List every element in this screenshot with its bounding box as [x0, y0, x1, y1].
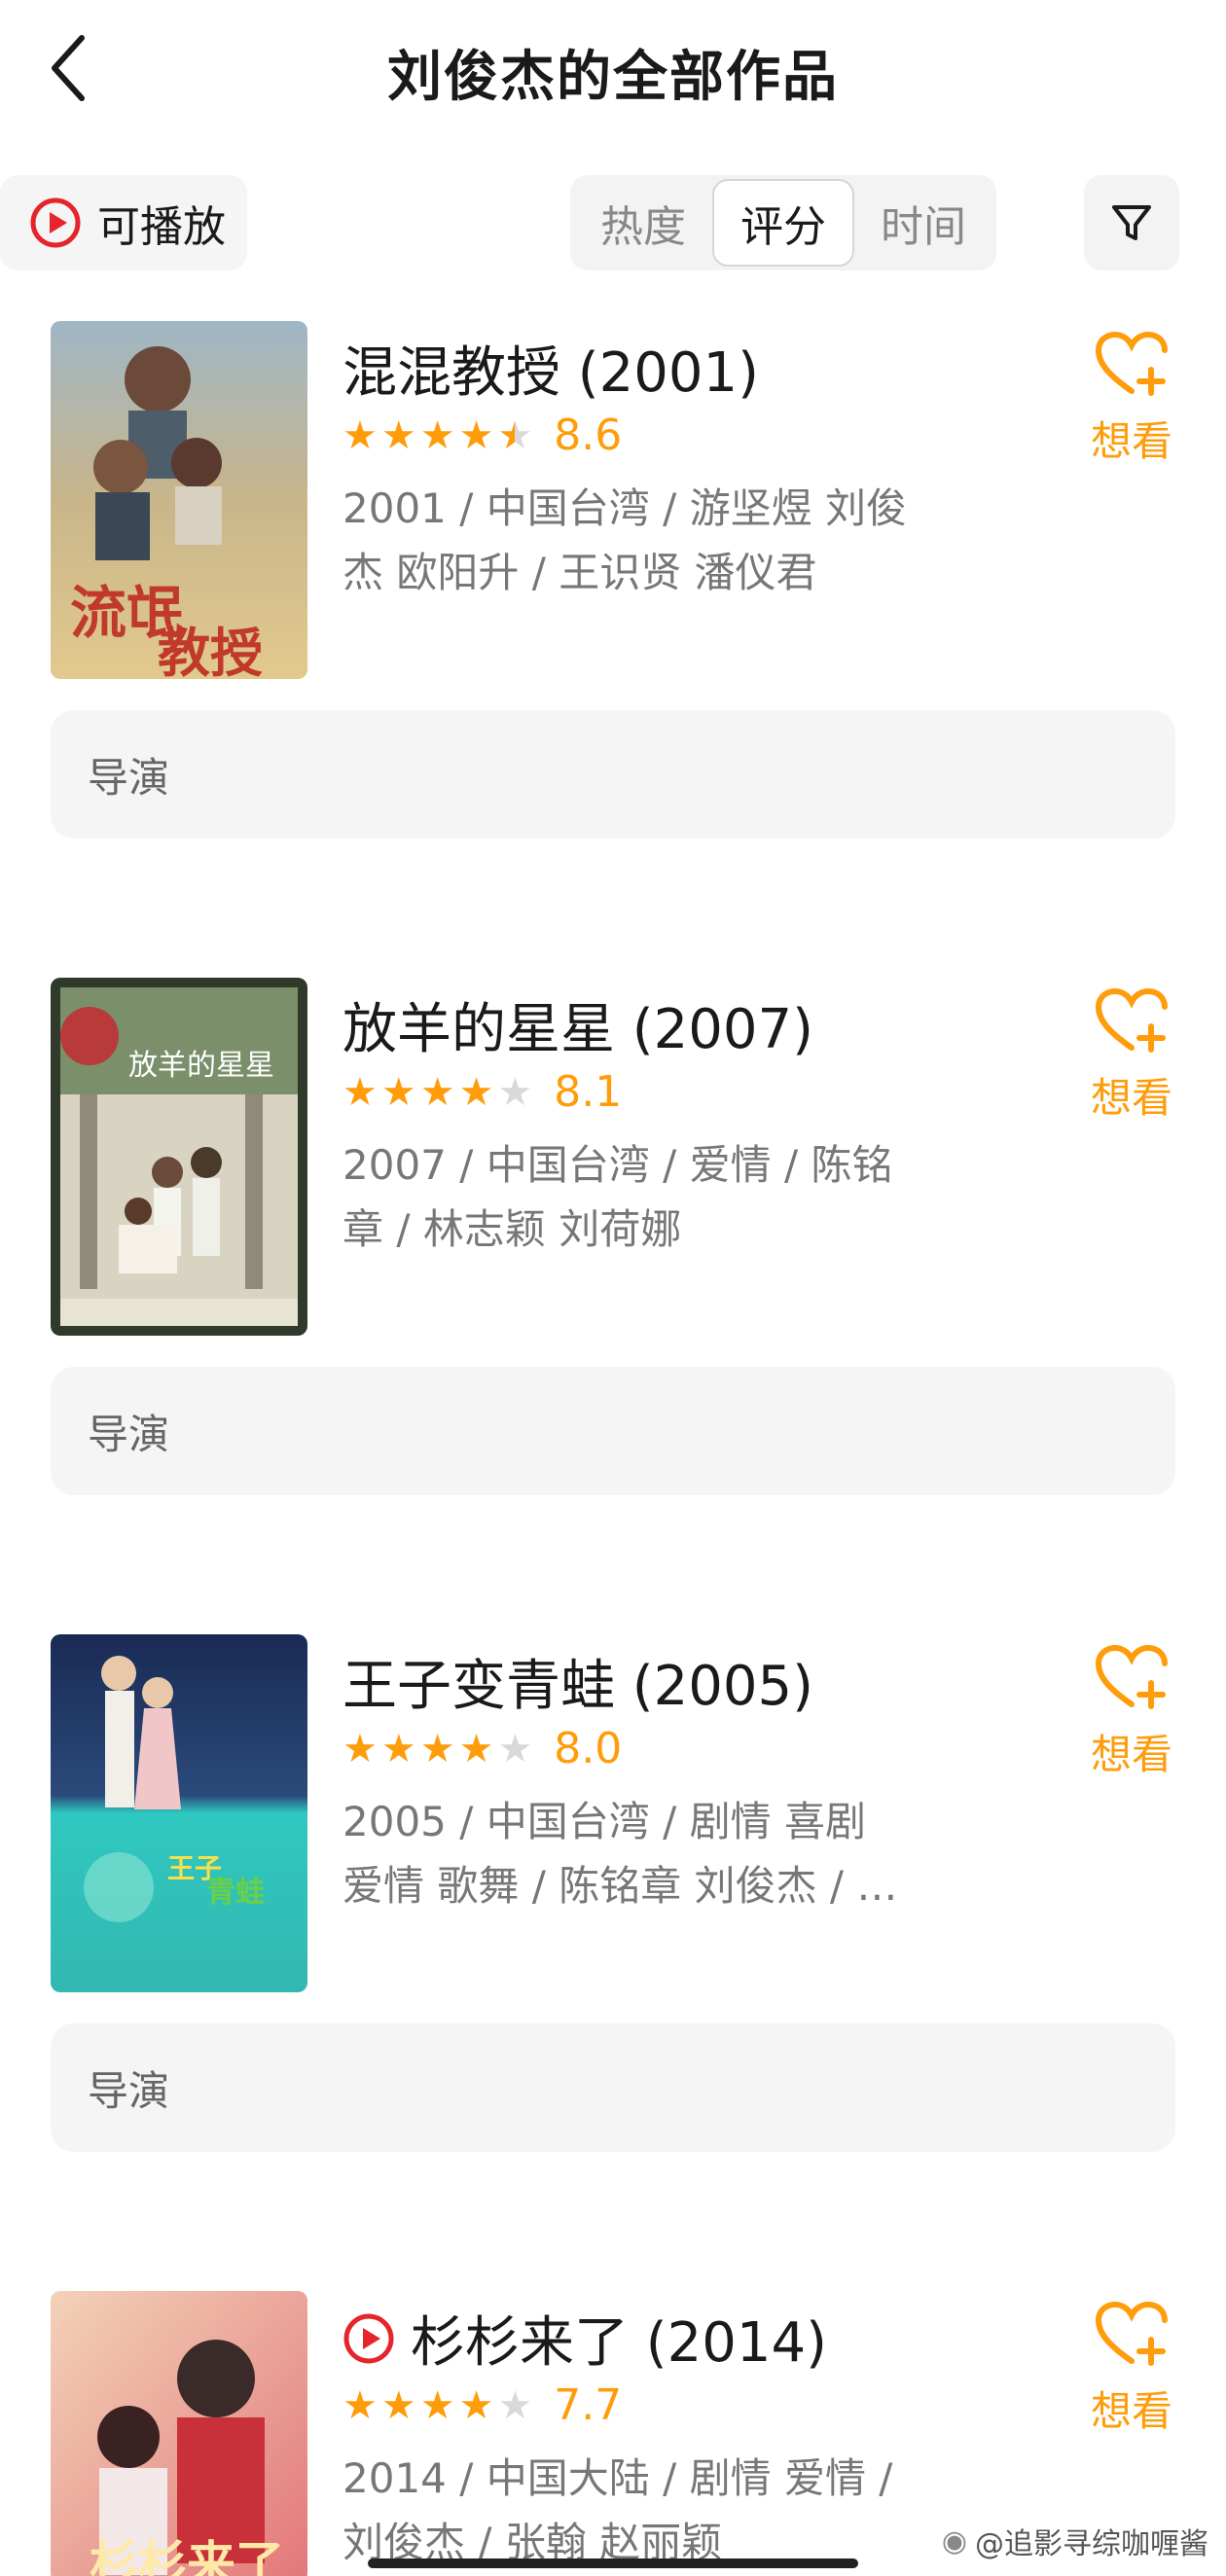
star-icon: ★: [458, 1069, 494, 1115]
work-title[interactable]: 混混教授 (2001): [343, 329, 759, 408]
sort-option-time[interactable]: 时间: [854, 179, 992, 267]
rating-score: 8.1: [554, 1067, 623, 1117]
work-meta: 2001 / 中国台湾 / 游坚煜 刘俊 杰 欧阳升 / 王识贤 潘仪君: [343, 484, 907, 596]
playable-toggle[interactable]: 可播放: [0, 175, 247, 270]
sort-option-rating[interactable]: 评分: [712, 179, 854, 267]
star-icon: ★: [458, 1726, 494, 1771]
heart-plus-icon: [1095, 1644, 1168, 1709]
star-rating: ★ ★ ★ ★ ★ 8.6: [343, 411, 622, 460]
star-icon: ★: [380, 2382, 416, 2428]
want-to-watch-button[interactable]: 想看: [1080, 2301, 1183, 2438]
work-meta: 2007 / 中国台湾 / 爱情 / 陈铭 章 / 林志颖 刘荷娜: [343, 1141, 893, 1253]
star-icon: ★: [419, 412, 455, 458]
sort-segmented-control: 热度 评分 时间: [570, 175, 996, 270]
want-to-watch-label: 想看: [1090, 1731, 1172, 1778]
star-icon: ★: [380, 1069, 416, 1115]
play-icon: [30, 197, 81, 248]
work-title[interactable]: 杉杉来了 (2014): [343, 2299, 827, 2378]
want-to-watch-button[interactable]: 想看: [1080, 331, 1183, 468]
star-icon: ★: [343, 1069, 378, 1115]
director-row[interactable]: 导演: [51, 1367, 1175, 1495]
want-to-watch-label: 想看: [1090, 1074, 1172, 1122]
star-icon: ★: [343, 2382, 378, 2428]
poster-image[interactable]: 王子 青蛙: [51, 1634, 307, 1992]
star-icon: ★: [458, 412, 494, 458]
watermark: ◉ @追影寻综咖喱酱: [941, 2523, 1208, 2562]
funnel-icon: [1112, 205, 1151, 240]
rating-score: 8.0: [554, 1724, 623, 1773]
poster-image[interactable]: 流氓 教授: [51, 321, 307, 679]
star-empty-icon: ★: [497, 1726, 533, 1771]
star-rating: ★ ★ ★ ★ ★ 8.0: [343, 1724, 622, 1773]
heart-plus-icon: [1095, 331, 1168, 396]
rating-score: 8.6: [554, 411, 623, 460]
want-to-watch-button[interactable]: 想看: [1080, 1644, 1183, 1781]
star-icon: ★: [380, 1726, 416, 1771]
svg-text:放羊的星星: 放羊的星星: [128, 1049, 274, 1083]
svg-text:杉杉来了: 杉杉来了: [90, 2535, 284, 2576]
work-meta: 2014 / 中国大陆 / 剧情 爱情 / 刘俊杰 / 张翰 赵丽颖: [343, 2454, 893, 2566]
star-empty-icon: ★: [497, 2382, 533, 2428]
star-rating: ★ ★ ★ ★ ★ 8.1: [343, 1067, 622, 1117]
half-star-icon: ★: [497, 412, 533, 458]
top-bar: 刘俊杰的全部作品: [0, 0, 1226, 136]
star-icon: ★: [419, 1069, 455, 1115]
work-title[interactable]: 王子变青蛙 (2005): [343, 1642, 813, 1721]
rating-score: 7.7: [554, 2380, 623, 2430]
weibo-icon: ◉: [941, 2523, 967, 2558]
star-icon: ★: [343, 412, 378, 458]
work-meta: 2005 / 中国台湾 / 剧情 喜剧 爱情 歌舞 / 陈铭章 刘俊杰 / …: [343, 1798, 898, 1910]
star-icon: ★: [419, 1726, 455, 1771]
director-row[interactable]: 导演: [51, 710, 1175, 839]
work-title[interactable]: 放羊的星星 (2007): [343, 985, 813, 1064]
star-rating: ★ ★ ★ ★ ★ 7.7: [343, 2380, 622, 2430]
heart-plus-icon: [1095, 987, 1168, 1053]
want-to-watch-label: 想看: [1090, 417, 1172, 465]
star-icon: ★: [343, 1726, 378, 1771]
star-icon: ★: [380, 412, 416, 458]
play-icon: [343, 2313, 394, 2363]
sort-option-heat[interactable]: 热度: [574, 179, 712, 267]
playable-label: 可播放: [97, 202, 226, 252]
poster-image[interactable]: 杉杉来了: [51, 2291, 307, 2576]
page-title: 刘俊杰的全部作品: [387, 46, 839, 109]
star-empty-icon: ★: [497, 1069, 533, 1115]
director-row[interactable]: 导演: [51, 2023, 1175, 2152]
star-icon: ★: [419, 2382, 455, 2428]
home-indicator[interactable]: [368, 2558, 858, 2568]
want-to-watch-label: 想看: [1090, 2387, 1172, 2435]
svg-text:教授: 教授: [158, 622, 263, 679]
svg-text:青蛙: 青蛙: [206, 1876, 265, 1910]
poster-image[interactable]: 放羊的星星: [51, 978, 307, 1336]
star-icon: ★: [458, 2382, 494, 2428]
heart-plus-icon: [1095, 2301, 1168, 2366]
filter-button[interactable]: [1084, 175, 1179, 270]
filter-bar: 可播放 热度 评分 时间: [0, 175, 1226, 270]
want-to-watch-button[interactable]: 想看: [1080, 987, 1183, 1125]
